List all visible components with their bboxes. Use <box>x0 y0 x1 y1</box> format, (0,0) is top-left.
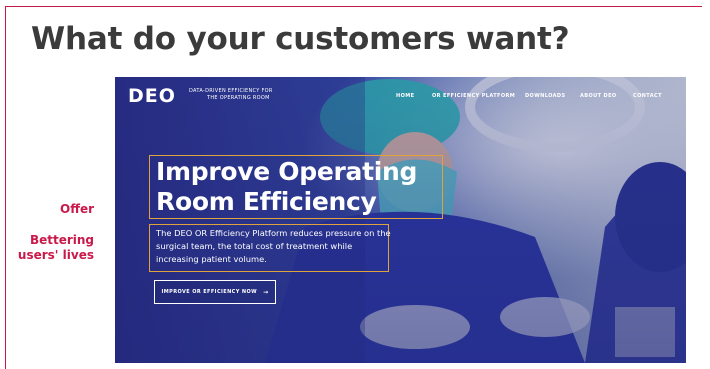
cta-label: IMPROVE OR EFFICIENCY NOW <box>161 289 258 295</box>
arrow-right-icon: → <box>263 288 269 296</box>
hero-body-text: The DEO OR Efficiency Platform reduces p… <box>156 228 391 264</box>
hero-heading: Improve Operating Room Efficiency <box>156 157 417 217</box>
website-nav: DEO DATA-DRIVEN EFFICIENCY FOR THE OPERA… <box>115 77 686 113</box>
logo-tagline: DATA-DRIVEN EFFICIENCY FOR THE OPERATING… <box>189 88 273 102</box>
tagline-line2: THE OPERATING ROOM <box>207 95 270 101</box>
nav-about-deo[interactable]: ABOUT DEO <box>580 93 617 99</box>
slide-title: What do your customers want? <box>31 21 570 57</box>
hero-heading-line2: Room Efficiency <box>156 187 377 216</box>
tagline-line1: DATA-DRIVEN EFFICIENCY FOR <box>189 88 273 94</box>
nav-contact[interactable]: CONTACT <box>633 93 662 99</box>
deo-logo[interactable]: DEO <box>128 85 176 107</box>
surgery-photo <box>115 77 686 363</box>
nav-or-efficiency-platform[interactable]: OR EFFICIENCY PLATFORM <box>432 93 515 99</box>
nav-home[interactable]: HOME <box>396 93 414 99</box>
offer-label: Offer <box>60 202 94 216</box>
hero-heading-line1: Improve Operating <box>156 157 418 186</box>
improve-efficiency-button[interactable]: IMPROVE OR EFFICIENCY NOW → <box>154 280 276 304</box>
bettering-label: Bettering users' lives <box>17 233 94 262</box>
nav-downloads[interactable]: DOWNLOADS <box>525 93 565 99</box>
website-screenshot: DEO DATA-DRIVEN EFFICIENCY FOR THE OPERA… <box>115 77 686 363</box>
